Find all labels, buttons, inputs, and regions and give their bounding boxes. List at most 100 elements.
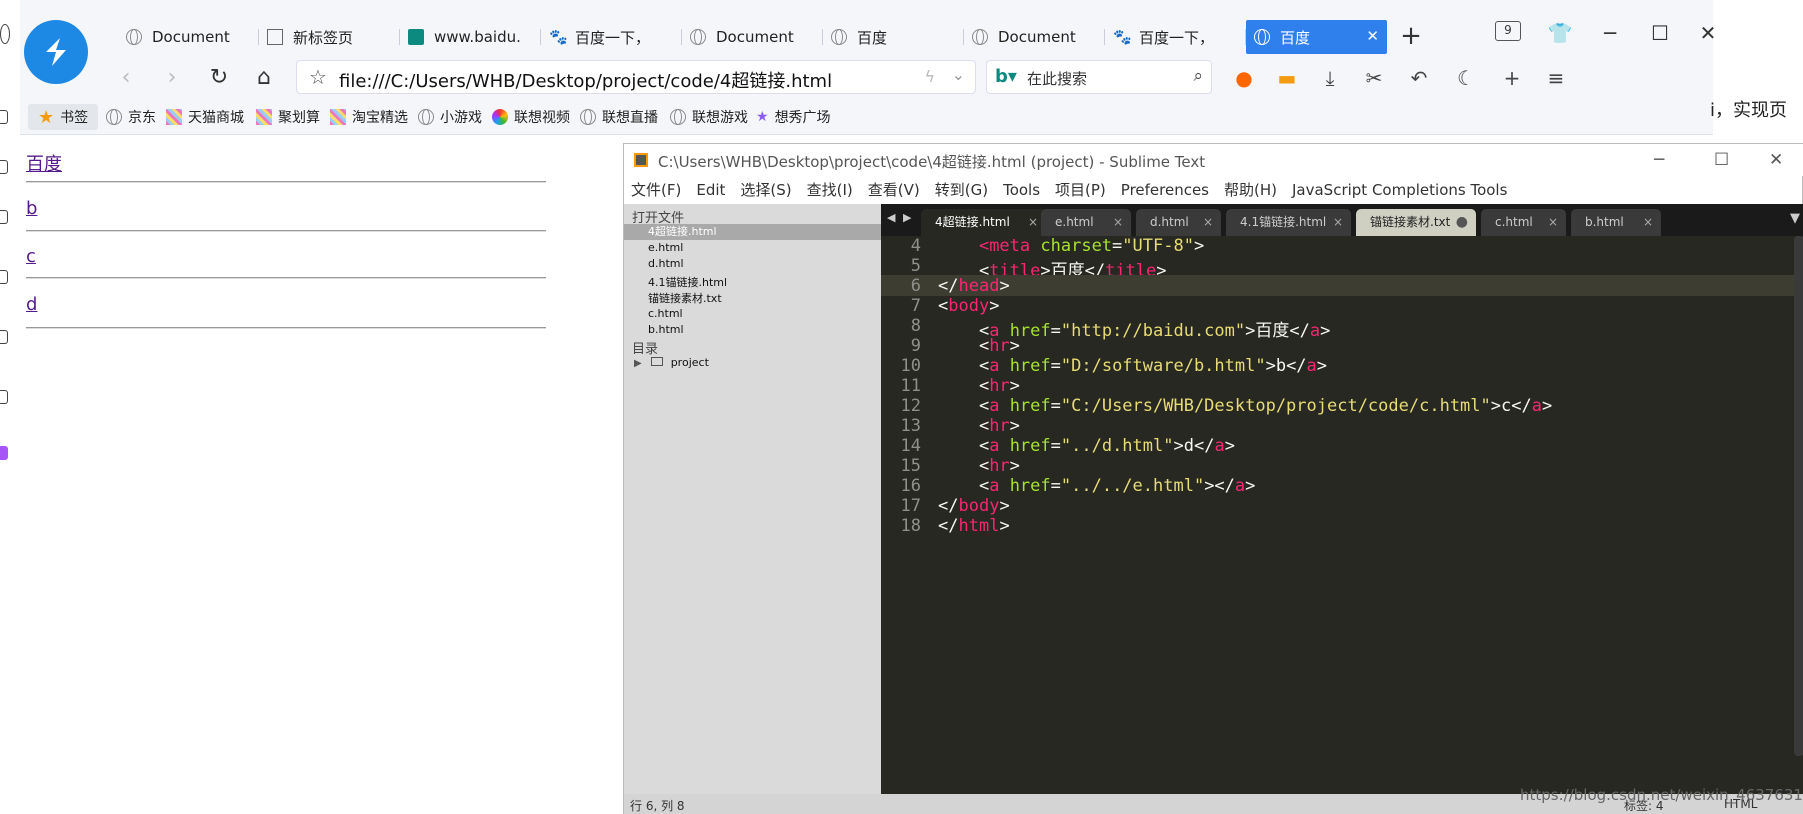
bookmark-item[interactable]: ★ 书签	[28, 104, 99, 130]
close-tab-icon[interactable]: ×	[1203, 209, 1213, 236]
close-tab-icon[interactable]: ×	[1548, 209, 1558, 236]
close-tab-icon[interactable]: ✕	[1366, 27, 1379, 45]
sidebar-icon[interactable]	[0, 110, 8, 124]
sidebar-icon[interactable]	[0, 330, 8, 344]
close-button[interactable]: ✕	[1769, 150, 1783, 170]
chevron-down-icon[interactable]: ⌄	[952, 65, 965, 84]
open-file-item[interactable]: c.html	[648, 307, 683, 320]
bookmark-item[interactable]: 联想游戏	[670, 104, 748, 130]
open-file-item[interactable]: 4超链接.html	[624, 224, 881, 240]
bookmark-item[interactable]: 淘宝精选	[330, 104, 408, 130]
browser-tab[interactable]: 新标签页	[259, 20, 400, 54]
code-line[interactable]: <hr>	[938, 376, 1020, 396]
menu-item[interactable]: 选择(S)	[740, 176, 791, 204]
browser-tab[interactable]: 🐾 百度一下，	[1105, 20, 1246, 54]
folder-label[interactable]: project	[671, 356, 709, 369]
code-line[interactable]: </head>	[938, 276, 1010, 296]
browser-tab[interactable]: 百度	[823, 20, 964, 54]
unsaved-dot-icon[interactable]: ●	[1456, 209, 1468, 236]
tab-count-badge[interactable]: 9	[1495, 21, 1521, 41]
editor-tab[interactable]: c.html ×	[1481, 209, 1566, 236]
bookmark-item[interactable]: 联想视频	[492, 104, 570, 130]
code-line[interactable]: <a href="C:/Users/WHB/Desktop/project/co…	[938, 396, 1552, 416]
scissors-icon[interactable]: ✂	[1360, 64, 1388, 92]
open-file-item[interactable]: b.html	[648, 323, 684, 336]
forward-button[interactable]: ›	[158, 64, 186, 92]
maximize-button[interactable]: ☐	[1645, 18, 1675, 48]
open-file-item[interactable]: 4.1锚链接.html	[648, 274, 727, 290]
sidebar-icon[interactable]	[0, 390, 8, 404]
undo-icon[interactable]: ↶	[1405, 64, 1433, 92]
menu-item[interactable]: 项目(P)	[1055, 176, 1106, 204]
bookmark-item[interactable]: 小游戏	[418, 104, 482, 130]
folder-project[interactable]: ▶ project	[634, 356, 709, 369]
search-placeholder[interactable]: 在此搜索	[1027, 68, 1087, 89]
bing-icon[interactable]: b▾	[995, 66, 1017, 87]
menu-item[interactable]: JavaScript Completions Tools	[1292, 176, 1507, 204]
minimize-button[interactable]: ─	[1595, 18, 1625, 48]
maximize-button[interactable]: ☐	[1714, 150, 1729, 170]
close-tab-icon[interactable]: ×	[1333, 209, 1343, 236]
code-line[interactable]: </html>	[938, 516, 1010, 536]
open-file-item[interactable]: 锚链接素材.txt	[648, 290, 722, 306]
browser-tab[interactable]: Document	[964, 20, 1105, 54]
bookmark-star-icon[interactable]: ☆	[309, 65, 327, 89]
bookmark-item[interactable]: ★ 想秀广场	[756, 104, 831, 130]
code-line[interactable]: <a href="../d.html">d</a>	[938, 436, 1235, 456]
menu-item[interactable]: 文件(F)	[631, 176, 681, 204]
code-editor[interactable]: 4 <meta charset="UTF-8"> 5 <title>百度</tit…	[881, 236, 1803, 794]
code-line[interactable]: <a href="D:/software/b.html">b</a>	[938, 356, 1327, 376]
sidebar-icon[interactable]	[0, 270, 8, 284]
menu-item[interactable]: 查看(V)	[868, 176, 920, 204]
close-button[interactable]: ✕	[1693, 18, 1723, 48]
shirt-skin-icon[interactable]: 👕	[1545, 18, 1575, 48]
url-text[interactable]: file:///C:/Users/WHB/Desktop/project/cod…	[339, 67, 832, 93]
menu-item[interactable]: Tools	[1003, 176, 1040, 204]
browser-tab[interactable]: www.baidu.	[400, 20, 541, 54]
menu-item[interactable]: 查找(I)	[807, 176, 853, 204]
menu-icon[interactable]: ≡	[1542, 64, 1570, 92]
avatar-icon[interactable]	[0, 24, 10, 44]
home-icon[interactable]: ⌂	[250, 64, 278, 92]
scrollbar[interactable]	[1794, 236, 1803, 756]
editor-tab[interactable]: 锚链接素材.txt ●	[1356, 209, 1476, 236]
download-icon[interactable]: ⤓	[1316, 64, 1344, 92]
tab-scroll-right-icon[interactable]: ▶	[903, 211, 911, 224]
lightning-icon[interactable]: ϟ	[924, 67, 935, 86]
new-tab-button[interactable]: +	[1394, 20, 1428, 54]
menu-item[interactable]: 帮助(H)	[1224, 176, 1277, 204]
sidebar-icon[interactable]	[0, 210, 8, 224]
sidebar-icon[interactable]	[0, 446, 8, 460]
bookmark-item[interactable]: 天猫商城	[166, 104, 244, 130]
open-file-item[interactable]: d.html	[648, 257, 684, 270]
link-b[interactable]: b	[26, 198, 37, 219]
search-box[interactable]: b▾ 在此搜索 ⌕	[986, 60, 1212, 94]
link-baidu[interactable]: 百度	[26, 150, 62, 176]
tab-list-chevron-icon[interactable]: ▼	[1790, 211, 1800, 226]
minimize-button[interactable]: ─	[1654, 150, 1664, 170]
reload-icon[interactable]: ↻	[205, 64, 233, 92]
wallet-icon[interactable]: ▬	[1273, 64, 1301, 92]
code-line[interactable]: </body>	[938, 496, 1010, 516]
editor-tab[interactable]: 4.1锚链接.html ×	[1226, 209, 1351, 236]
bookmark-item[interactable]: 聚划算	[256, 104, 320, 130]
tab-scroll-left-icon[interactable]: ◀	[887, 211, 895, 224]
code-line[interactable]: <hr>	[938, 456, 1020, 476]
code-line[interactable]: <meta charset="UTF-8">	[938, 236, 1204, 256]
menu-item[interactable]: Edit	[696, 176, 725, 204]
browser-tab[interactable]: Document	[118, 20, 259, 54]
add-icon[interactable]: +	[1498, 64, 1526, 92]
mascot-icon[interactable]: ●	[1230, 64, 1258, 92]
back-button[interactable]: ‹	[112, 64, 140, 92]
editor-tab[interactable]: e.html ×	[1041, 209, 1131, 236]
triangle-right-icon[interactable]: ▶	[634, 358, 642, 369]
open-file-item[interactable]: e.html	[648, 241, 683, 254]
code-line[interactable]: <hr>	[938, 336, 1020, 356]
browser-tab[interactable]: 百度 ✕	[1246, 20, 1387, 54]
browser-tab[interactable]: Document	[682, 20, 823, 54]
code-line[interactable]: <body>	[938, 296, 999, 316]
address-bar[interactable]: ☆ file:///C:/Users/WHB/Desktop/project/c…	[296, 60, 976, 94]
link-d[interactable]: d	[26, 294, 37, 315]
editor-tab[interactable]: d.html ×	[1136, 209, 1221, 236]
search-icon[interactable]	[0, 160, 8, 174]
